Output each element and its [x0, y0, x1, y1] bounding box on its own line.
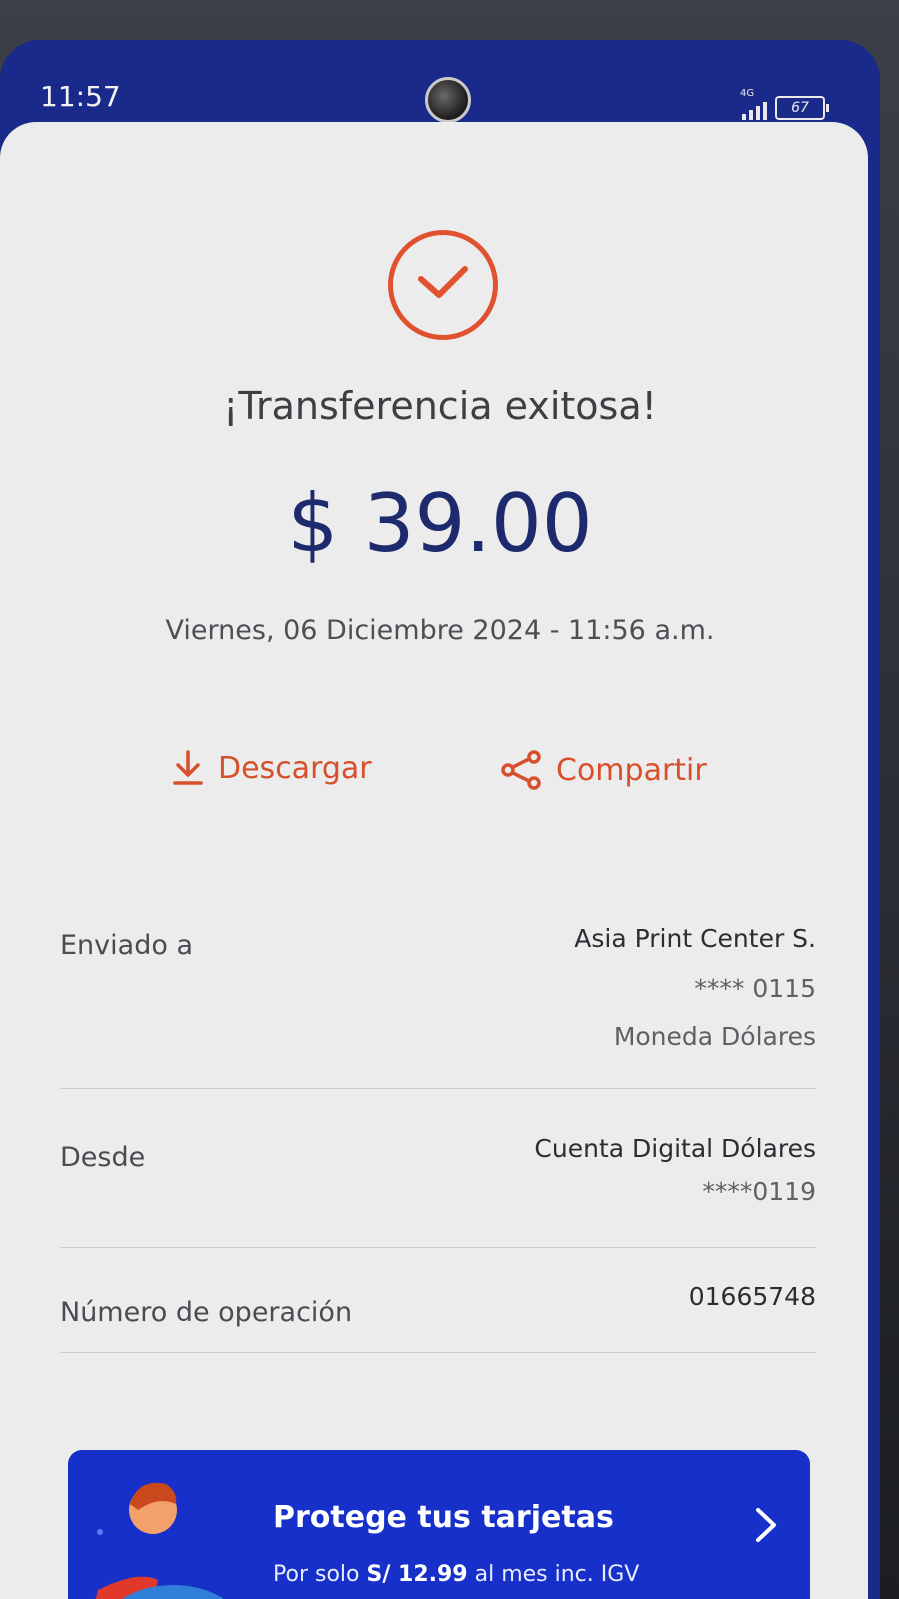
- promo-sub-prefix: Por solo: [273, 1562, 367, 1587]
- receipt-card: ¡Transferencia exitosa! $ 39.00 Viernes,…: [0, 122, 868, 1599]
- share-icon: [501, 750, 541, 790]
- source-account-number: ****0119: [702, 1177, 816, 1206]
- share-label: Compartir: [556, 752, 707, 788]
- status-indicators: 4G 67: [740, 88, 829, 120]
- recipient-account: **** 0115: [694, 974, 816, 1003]
- success-title: ¡Transferencia exitosa!: [223, 384, 657, 428]
- operation-number: 01665748: [688, 1282, 816, 1311]
- front-camera: [425, 77, 471, 123]
- signal-icon: 4G: [740, 88, 767, 120]
- transfer-amount: $ 39.00: [287, 477, 593, 570]
- share-button[interactable]: Compartir: [500, 750, 707, 790]
- promo-banner[interactable]: 1 Protege tus tarjetas Por solo S/ 12.99…: [68, 1450, 810, 1599]
- promo-sub-suffix: al mes inc. IGV: [467, 1562, 640, 1587]
- battery-icon: 67: [775, 96, 829, 120]
- recipient-currency: Moneda Dólares: [613, 1022, 816, 1051]
- source-account-name: Cuenta Digital Dólares: [534, 1134, 816, 1163]
- divider: [60, 1352, 816, 1353]
- check-circle-icon: [388, 230, 498, 340]
- promo-subtitle: Por solo S/ 12.99 al mes inc. IGV: [273, 1562, 639, 1587]
- sent-to-label: Enviado a: [60, 930, 193, 961]
- divider: [60, 1247, 816, 1248]
- promo-title: Protege tus tarjetas: [273, 1500, 614, 1535]
- transfer-datetime: Viernes, 06 Diciembre 2024 - 11:56 a.m.: [165, 615, 715, 646]
- download-label: Descargar: [218, 750, 372, 786]
- chevron-right-icon[interactable]: [754, 1506, 778, 1544]
- status-time: 11:57: [40, 80, 121, 113]
- promo-price: S/ 12.99: [366, 1562, 468, 1587]
- phone-screen: 11:57 4G 67 ¡Transferencia exitosa! $ 39…: [0, 40, 880, 1599]
- download-icon: [173, 750, 203, 785]
- recipient-name: Asia Print Center S.: [574, 924, 816, 953]
- operation-number-label: Número de operación: [60, 1297, 353, 1328]
- status-bar: 11:57 4G 67: [0, 40, 880, 126]
- receipt-actions: Descargar Compartir: [0, 750, 880, 800]
- divider: [60, 1088, 816, 1089]
- network-type: 4G: [740, 88, 755, 99]
- superhero-mascot-icon: 1: [95, 1482, 224, 1599]
- from-label: Desde: [60, 1142, 146, 1173]
- download-button[interactable]: Descargar: [172, 750, 372, 786]
